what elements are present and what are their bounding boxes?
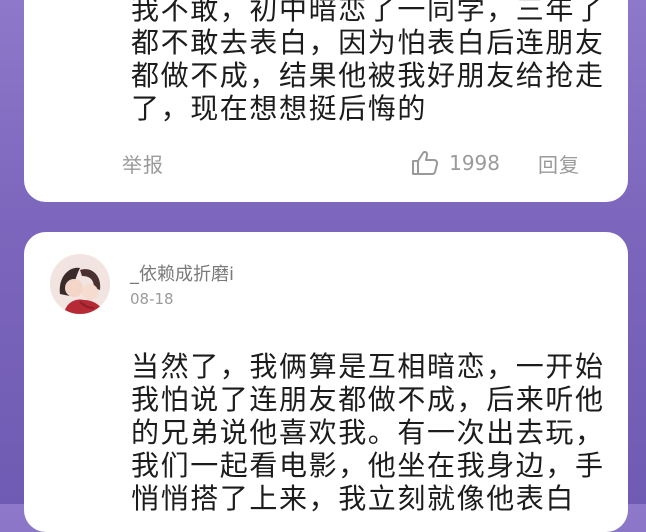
report-button[interactable]: 举报 [122, 149, 164, 178]
comment-text: 当然了，我俩算是互相暗恋，一开始 我怕说了连朋友都做不成，后来听他 的兄弟说他喜… [131, 350, 605, 515]
like-count: 1998 [449, 151, 500, 175]
comment-text: 我不敢，初中暗恋了一同学，三年了 都不敢去表白，因为怕表白后连朋友 都做不成，结… [131, 0, 605, 125]
comment-card: _依赖成折磨i 08-18 当然了，我俩算是互相暗恋，一开始 我怕说了连朋友都做… [24, 232, 628, 532]
reply-button[interactable]: 回复 [538, 149, 580, 178]
thumbs-up-icon [411, 150, 439, 176]
comment-date: 08-18 [130, 290, 174, 308]
comment-actions: 举报 1998 回复 [122, 148, 580, 178]
username[interactable]: _依赖成折磨i [130, 260, 234, 286]
comment-card: 我不敢，初中暗恋了一同学，三年了 都不敢去表白，因为怕表白后连朋友 都做不成，结… [24, 0, 628, 202]
like-button[interactable]: 1998 [411, 150, 500, 176]
avatar[interactable] [50, 254, 110, 314]
